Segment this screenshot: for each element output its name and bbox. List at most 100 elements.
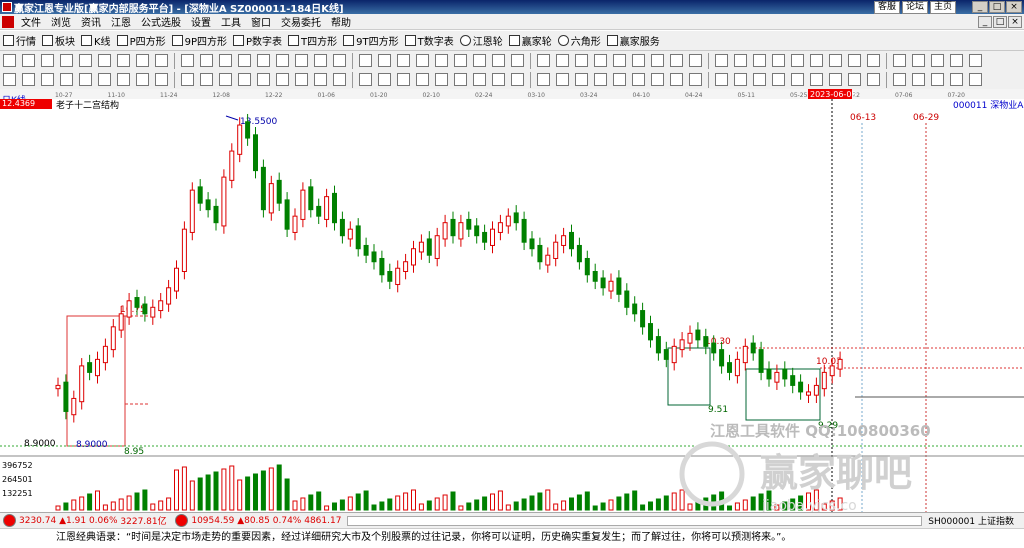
chart-tool-25-icon[interactable] xyxy=(473,73,486,86)
toolbar-winner-wheel-button[interactable]: 赢家轮 xyxy=(506,32,555,50)
chart-tool-17-icon[interactable] xyxy=(314,73,327,86)
menu-window[interactable]: 窗口 xyxy=(246,14,276,29)
chart-tool-49-icon[interactable] xyxy=(950,73,963,86)
menu-info[interactable]: 资讯 xyxy=(76,14,106,29)
drawing-tool-28-icon[interactable] xyxy=(537,54,550,67)
chart-tool-42-icon[interactable] xyxy=(810,73,823,86)
maximize-button[interactable]: □ xyxy=(989,1,1005,13)
toolbar-quotes-button[interactable]: 行情 xyxy=(0,32,39,50)
chart-tool-13-icon[interactable] xyxy=(238,73,251,86)
chart-tool-2-icon[interactable] xyxy=(22,73,35,86)
mdi-restore-button[interactable]: □ xyxy=(993,16,1007,28)
link-forum[interactable]: 论坛 xyxy=(901,1,928,14)
drawing-tool-25-icon[interactable] xyxy=(473,54,486,67)
drawing-tool-9-icon[interactable] xyxy=(155,54,168,67)
chart-tool-23-icon[interactable] xyxy=(435,73,448,86)
drawing-tool-47-icon[interactable] xyxy=(912,54,925,67)
drawing-tool-20-icon[interactable] xyxy=(378,54,391,67)
mdi-minimize-button[interactable]: _ xyxy=(978,16,992,28)
chart-tool-50-icon[interactable] xyxy=(969,73,982,86)
drawing-tool-45-icon[interactable] xyxy=(867,54,880,67)
chart-tool-30-icon[interactable] xyxy=(575,73,588,86)
drawing-tool-50-icon[interactable] xyxy=(969,54,982,67)
chart-tool-5-icon[interactable] xyxy=(79,73,92,86)
drawing-tool-29-icon[interactable] xyxy=(556,54,569,67)
drawing-tool-14-icon[interactable] xyxy=(257,54,270,67)
chart-tool-32-icon[interactable] xyxy=(613,73,626,86)
toolbar-9t-square-button[interactable]: 9T四方形 xyxy=(340,32,401,50)
drawing-tool-42-icon[interactable] xyxy=(810,54,823,67)
chart-tool-38-icon[interactable] xyxy=(734,73,747,86)
minimize-button[interactable]: _ xyxy=(972,1,988,13)
menu-trade[interactable]: 交易委托 xyxy=(276,14,326,29)
chart-tool-44-icon[interactable] xyxy=(848,73,861,86)
drawing-tool-6-icon[interactable] xyxy=(98,54,111,67)
chart-tool-7-icon[interactable] xyxy=(117,73,130,86)
chart-tool-43-icon[interactable] xyxy=(829,73,842,86)
chart-tool-21-icon[interactable] xyxy=(397,73,410,86)
drawing-tool-10-icon[interactable] xyxy=(181,54,194,67)
app-menu-icon[interactable] xyxy=(2,15,14,28)
chart-tool-36-icon[interactable] xyxy=(689,73,702,86)
drawing-tool-15-icon[interactable] xyxy=(276,54,289,67)
menu-formula[interactable]: 公式选股 xyxy=(136,14,186,29)
chart-tool-18-icon[interactable] xyxy=(333,73,346,86)
drawing-tool-16-icon[interactable] xyxy=(295,54,308,67)
drawing-tool-5-icon[interactable] xyxy=(79,54,92,67)
chart-tool-9-icon[interactable] xyxy=(155,73,168,86)
drawing-tool-3-icon[interactable] xyxy=(41,54,54,67)
chart-tool-16-icon[interactable] xyxy=(295,73,308,86)
menu-help[interactable]: 帮助 xyxy=(326,14,356,29)
drawing-tool-40-icon[interactable] xyxy=(772,54,785,67)
menu-file[interactable]: 文件 xyxy=(16,14,46,29)
chart-tool-27-icon[interactable] xyxy=(511,73,524,86)
chart-tool-14-icon[interactable] xyxy=(257,73,270,86)
drawing-tool-49-icon[interactable] xyxy=(950,54,963,67)
toolbar-9p-square-button[interactable]: 9P四方形 xyxy=(169,32,230,50)
drawing-tool-23-icon[interactable] xyxy=(435,54,448,67)
chart-tool-45-icon[interactable] xyxy=(867,73,880,86)
chart-tool-20-icon[interactable] xyxy=(378,73,391,86)
drawing-tool-44-icon[interactable] xyxy=(848,54,861,67)
drawing-tool-46-icon[interactable] xyxy=(893,54,906,67)
chart-tool-15-icon[interactable] xyxy=(276,73,289,86)
toolbar-p-square-button[interactable]: P四方形 xyxy=(114,32,169,50)
menu-gann[interactable]: 江恩 xyxy=(106,14,136,29)
chart-tool-46-icon[interactable] xyxy=(893,73,906,86)
chart-tool-10-icon[interactable] xyxy=(181,73,194,86)
toolbar-sector-button[interactable]: 板块 xyxy=(39,32,78,50)
drawing-tool-22-icon[interactable] xyxy=(416,54,429,67)
chart-tool-47-icon[interactable] xyxy=(912,73,925,86)
toolbar-gann-wheel-button[interactable]: 江恩轮 xyxy=(457,32,506,50)
drawing-tool-18-icon[interactable] xyxy=(333,54,346,67)
drawing-tool-11-icon[interactable] xyxy=(200,54,213,67)
drawing-tool-36-icon[interactable] xyxy=(689,54,702,67)
menu-tools[interactable]: 工具 xyxy=(216,14,246,29)
drawing-tool-4-icon[interactable] xyxy=(60,54,73,67)
chart-tool-40-icon[interactable] xyxy=(772,73,785,86)
chart-tool-48-icon[interactable] xyxy=(931,73,944,86)
drawing-tool-8-icon[interactable] xyxy=(136,54,149,67)
drawing-tool-41-icon[interactable] xyxy=(791,54,804,67)
drawing-tool-38-icon[interactable] xyxy=(734,54,747,67)
menu-settings[interactable]: 设置 xyxy=(186,14,216,29)
drawing-tool-1-icon[interactable] xyxy=(3,54,16,67)
kline-chart[interactable]: 10-27 11-10 11-24 12-08 12-22 01-06 01-20 02-10… xyxy=(0,89,1024,514)
chart-tool-39-icon[interactable] xyxy=(753,73,766,86)
chart-tool-24-icon[interactable] xyxy=(454,73,467,86)
chart-tool-3-icon[interactable] xyxy=(41,73,54,86)
drawing-tool-30-icon[interactable] xyxy=(575,54,588,67)
chart-tool-1-icon[interactable] xyxy=(3,73,16,86)
toolbar-service-button[interactable]: 赢家服务 xyxy=(604,32,663,50)
drawing-tool-12-icon[interactable] xyxy=(219,54,232,67)
menu-browse[interactable]: 浏览 xyxy=(46,14,76,29)
chart-tool-4-icon[interactable] xyxy=(60,73,73,86)
chart-tool-11-icon[interactable] xyxy=(200,73,213,86)
toolbar-t-table-button[interactable]: T数字表 xyxy=(402,32,457,50)
mdi-close-button[interactable]: × xyxy=(1008,16,1022,28)
drawing-tool-2-icon[interactable] xyxy=(22,54,35,67)
drawing-tool-19-icon[interactable] xyxy=(359,54,372,67)
chart-tool-29-icon[interactable] xyxy=(556,73,569,86)
toolbar-kline-button[interactable]: K线 xyxy=(78,32,114,50)
chart-tool-33-icon[interactable] xyxy=(632,73,645,86)
